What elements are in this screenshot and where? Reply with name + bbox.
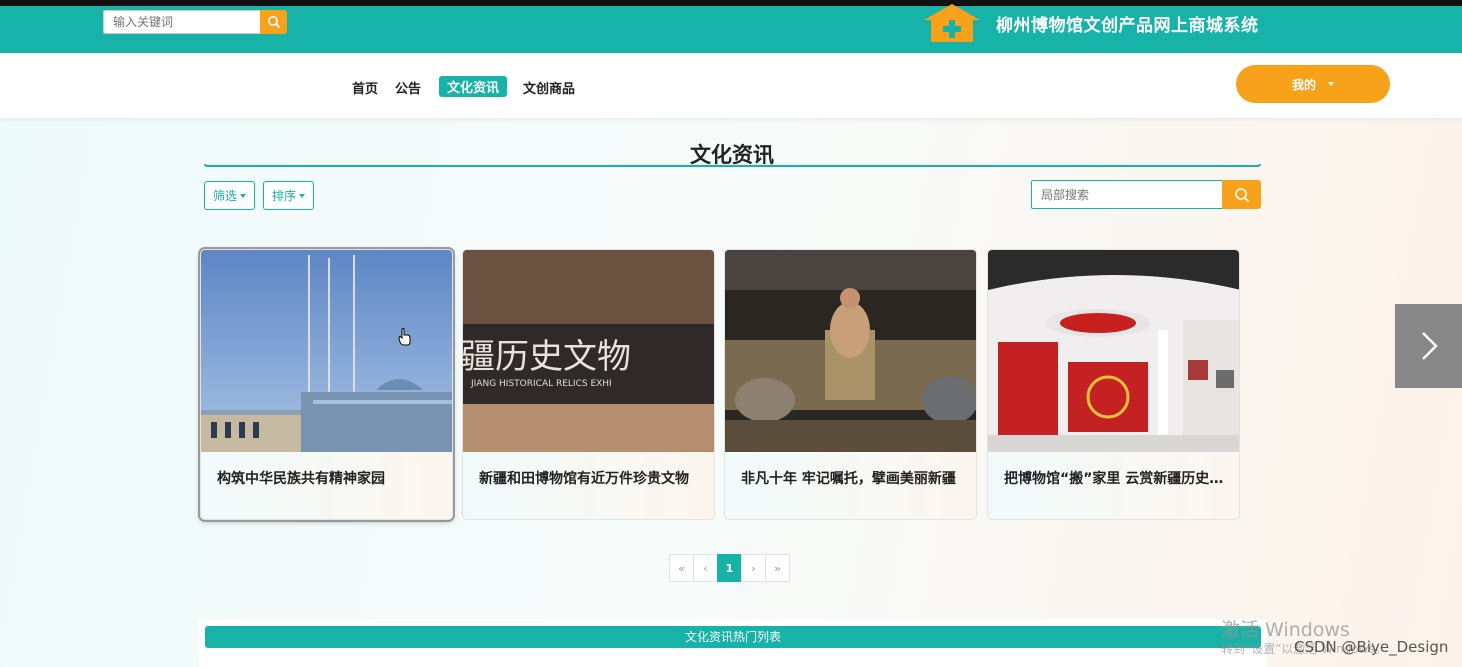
page-prev-button[interactable]: ‹	[693, 554, 718, 582]
news-card-image: 疆历史文物 JIANG HISTORICAL RELICS EXHI	[463, 250, 714, 452]
caret-down-icon	[240, 193, 247, 198]
keyword-search-input[interactable]	[103, 10, 261, 34]
news-card-title: 把博物馆“搬”家里 云赏新疆历史文物	[1004, 471, 1229, 487]
news-card-image	[725, 250, 976, 452]
title-underline	[204, 164, 1261, 167]
pagination: « ‹ 1 › »	[669, 554, 790, 582]
home-logo-icon	[924, 4, 980, 42]
sort-label: 排序	[272, 189, 297, 203]
news-card[interactable]: 疆历史文物 JIANG HISTORICAL RELICS EXHI 新疆和田博…	[462, 249, 715, 520]
news-card-image	[988, 250, 1239, 452]
news-card-image-text: 疆历史文物	[463, 337, 631, 377]
news-card-image-subtext: JIANG HISTORICAL RELICS EXHI	[470, 379, 612, 389]
page-first-button[interactable]: «	[669, 554, 694, 582]
page-current-button[interactable]: 1	[717, 554, 742, 582]
nav-item-culture-news[interactable]: 文化资讯	[439, 76, 508, 97]
carousel-next-button[interactable]	[1395, 304, 1462, 388]
keyword-search-button[interactable]	[260, 10, 287, 34]
page-last-button[interactable]: »	[765, 554, 790, 582]
chevron-right-icon	[1421, 332, 1438, 360]
news-card[interactable]: 构筑中华民族共有精神家园	[200, 249, 453, 520]
filter-dropdown[interactable]: 筛选	[204, 181, 256, 210]
caret-down-icon	[1328, 82, 1334, 86]
news-card[interactable]: 非凡十年 牢记嘱托，擘画美丽新疆	[724, 249, 977, 520]
user-menu-label: 我的	[1291, 77, 1316, 92]
page-next-button[interactable]: ›	[741, 554, 766, 582]
news-card-image	[201, 250, 452, 452]
nav-item-products[interactable]: 文创商品	[523, 77, 575, 98]
user-menu-button[interactable]: 我的	[1236, 65, 1390, 103]
nav-item-home[interactable]: 首页	[352, 77, 378, 98]
filter-label: 筛选	[213, 189, 238, 203]
caret-down-icon	[299, 193, 306, 198]
nav-bar: 首页 公告 文化资讯 文创商品 我的	[0, 53, 1462, 118]
search-icon	[267, 16, 280, 29]
news-card-title: 构筑中华民族共有精神家园	[217, 471, 385, 487]
news-card[interactable]: 把博物馆“搬”家里 云赏新疆历史文物	[987, 249, 1240, 520]
site-title: 柳州博物馆文创产品网上商城系统	[996, 16, 1259, 36]
news-card-title: 非凡十年 牢记嘱托，擘画美丽新疆	[741, 471, 956, 487]
sort-dropdown[interactable]: 排序	[263, 181, 315, 210]
nav-item-notice[interactable]: 公告	[395, 77, 421, 98]
local-search-input[interactable]	[1031, 180, 1223, 209]
hot-list-title: 文化资讯热门列表	[205, 626, 1261, 648]
search-icon	[1234, 187, 1249, 202]
local-search-button[interactable]	[1222, 180, 1261, 209]
credit-watermark: CSDN @Biye_Design	[1294, 638, 1449, 656]
mouse-cursor-icon	[398, 328, 411, 346]
news-card-title: 新疆和田博物馆有近万件珍贵文物	[479, 471, 689, 487]
